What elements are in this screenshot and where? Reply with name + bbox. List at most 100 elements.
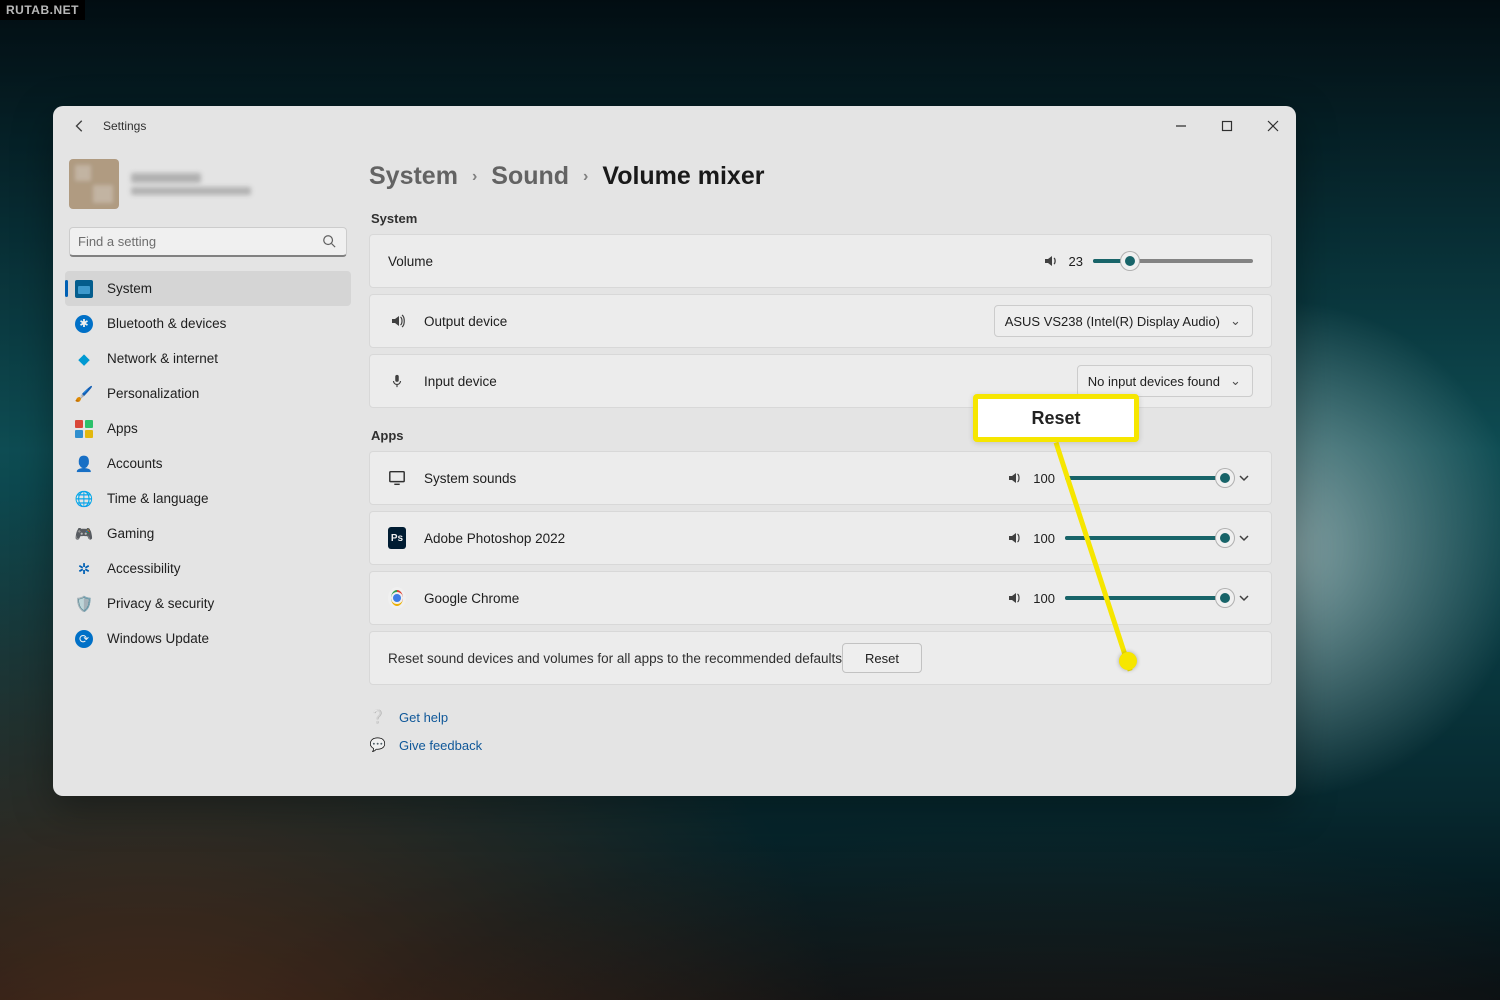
sidebar-item-label: Network & internet	[107, 351, 343, 366]
breadcrumb-current: Volume mixer	[602, 162, 764, 191]
avatar	[69, 159, 119, 209]
sidebar-item-personalization[interactable]: 🖌️ Personalization	[65, 376, 351, 411]
sidebar-item-label: Privacy & security	[107, 596, 343, 611]
sidebar-item-label: Time & language	[107, 491, 343, 506]
speaker-icon[interactable]	[1005, 589, 1023, 607]
breadcrumb-system[interactable]: System	[369, 162, 458, 191]
profile-text	[131, 173, 251, 195]
app-volume-value: 100	[1033, 531, 1055, 546]
chrome-icon	[388, 589, 406, 607]
annotation-label: Reset	[1031, 408, 1080, 429]
app-volume-row: System sounds 100	[369, 451, 1272, 505]
section-heading-system: System	[371, 211, 1272, 226]
main-content: System › Sound › Volume mixer System Vol…	[363, 146, 1296, 796]
annotation-dot	[1119, 652, 1137, 670]
output-device-value: ASUS VS238 (Intel(R) Display Audio)	[1005, 314, 1220, 329]
app-name: System sounds	[424, 471, 516, 486]
app-volume-slider[interactable]	[1065, 596, 1225, 600]
system-icon	[75, 280, 93, 298]
sidebar-item-windows-update[interactable]: ⟳ Windows Update	[65, 621, 351, 656]
expand-button[interactable]	[1235, 589, 1253, 607]
person-icon: 👤	[75, 455, 93, 473]
volume-label: Volume	[388, 254, 433, 269]
gaming-icon: 🎮	[75, 525, 93, 543]
volume-card: Volume 23	[369, 234, 1272, 288]
breadcrumb: System › Sound › Volume mixer	[369, 162, 1272, 191]
search-input[interactable]	[69, 227, 347, 257]
sidebar-item-privacy[interactable]: 🛡️ Privacy & security	[65, 586, 351, 621]
apps-icon	[75, 420, 93, 438]
sidebar-item-label: Apps	[107, 421, 343, 436]
sidebar-item-accessibility[interactable]: ✲ Accessibility	[65, 551, 351, 586]
wifi-icon: ◆	[75, 350, 93, 368]
chevron-right-icon: ›	[583, 168, 588, 186]
minimize-button[interactable]	[1158, 109, 1204, 143]
speaker-icon[interactable]	[1005, 529, 1023, 547]
microphone-icon	[388, 372, 406, 390]
footer-links: ❔ Get help 💬 Give feedback	[369, 703, 1272, 759]
sidebar-item-label: Accessibility	[107, 561, 343, 576]
expand-button[interactable]	[1235, 469, 1253, 487]
globe-icon: 🌐	[75, 490, 93, 508]
profile-block[interactable]	[65, 156, 351, 211]
sidebar-item-apps[interactable]: Apps	[65, 411, 351, 446]
sidebar-item-label: Accounts	[107, 456, 343, 471]
app-volume-slider[interactable]	[1065, 476, 1225, 480]
sidebar-item-bluetooth[interactable]: ✱ Bluetooth & devices	[65, 306, 351, 341]
help-icon: ❔	[369, 708, 387, 726]
output-device-card: Output device ASUS VS238 (Intel(R) Displ…	[369, 294, 1272, 348]
get-help-link[interactable]: Get help	[399, 710, 448, 725]
accessibility-icon: ✲	[75, 560, 93, 578]
monitor-icon	[388, 469, 406, 487]
sidebar-item-label: Windows Update	[107, 631, 343, 646]
sidebar-item-time-language[interactable]: 🌐 Time & language	[65, 481, 351, 516]
sidebar-item-network[interactable]: ◆ Network & internet	[65, 341, 351, 376]
sidebar-item-label: Personalization	[107, 386, 343, 401]
close-button[interactable]	[1250, 109, 1296, 143]
shield-icon: 🛡️	[75, 595, 93, 613]
input-device-value: No input devices found	[1088, 374, 1220, 389]
sidebar-item-system[interactable]: System	[65, 271, 351, 306]
reset-description: Reset sound devices and volumes for all …	[388, 651, 842, 666]
give-feedback-link[interactable]: Give feedback	[399, 738, 482, 753]
app-volume-value: 100	[1033, 591, 1055, 606]
chevron-down-icon: ⌄	[1230, 373, 1242, 389]
app-volume-row: Ps Adobe Photoshop 2022 100	[369, 511, 1272, 565]
sidebar-item-label: System	[107, 281, 343, 296]
bluetooth-icon: ✱	[75, 315, 93, 333]
breadcrumb-sound[interactable]: Sound	[491, 162, 569, 191]
photoshop-icon: Ps	[388, 529, 406, 547]
search-icon	[322, 234, 338, 250]
chevron-down-icon: ⌄	[1230, 313, 1242, 329]
window-title: Settings	[103, 119, 146, 133]
output-device-label: Output device	[424, 314, 507, 329]
sidebar: System ✱ Bluetooth & devices ◆ Network &…	[53, 146, 363, 796]
back-button[interactable]	[63, 109, 97, 143]
output-icon	[388, 312, 406, 330]
volume-value: 23	[1069, 254, 1083, 269]
app-volume-value: 100	[1033, 471, 1055, 486]
sidebar-item-label: Gaming	[107, 526, 343, 541]
search-field[interactable]	[78, 234, 322, 249]
speaker-icon[interactable]	[1005, 469, 1023, 487]
maximize-button[interactable]	[1204, 109, 1250, 143]
speaker-icon[interactable]	[1041, 252, 1059, 270]
output-device-dropdown[interactable]: ASUS VS238 (Intel(R) Display Audio) ⌄	[994, 305, 1253, 337]
sidebar-item-gaming[interactable]: 🎮 Gaming	[65, 516, 351, 551]
app-volume-row: Google Chrome 100	[369, 571, 1272, 625]
chevron-right-icon: ›	[472, 168, 477, 186]
sidebar-item-label: Bluetooth & devices	[107, 316, 343, 331]
update-icon: ⟳	[75, 630, 93, 648]
brush-icon: 🖌️	[75, 385, 93, 403]
sidebar-item-accounts[interactable]: 👤 Accounts	[65, 446, 351, 481]
feedback-icon: 💬	[369, 736, 387, 754]
annotation-callout: Reset	[973, 394, 1139, 442]
expand-button[interactable]	[1235, 529, 1253, 547]
input-device-dropdown[interactable]: No input devices found ⌄	[1077, 365, 1253, 397]
settings-window: Settings System	[53, 106, 1296, 796]
reset-button[interactable]: Reset	[842, 643, 922, 673]
nav-list: System ✱ Bluetooth & devices ◆ Network &…	[65, 271, 351, 656]
volume-slider[interactable]	[1093, 259, 1253, 263]
titlebar: Settings	[53, 106, 1296, 146]
app-name: Adobe Photoshop 2022	[424, 531, 565, 546]
